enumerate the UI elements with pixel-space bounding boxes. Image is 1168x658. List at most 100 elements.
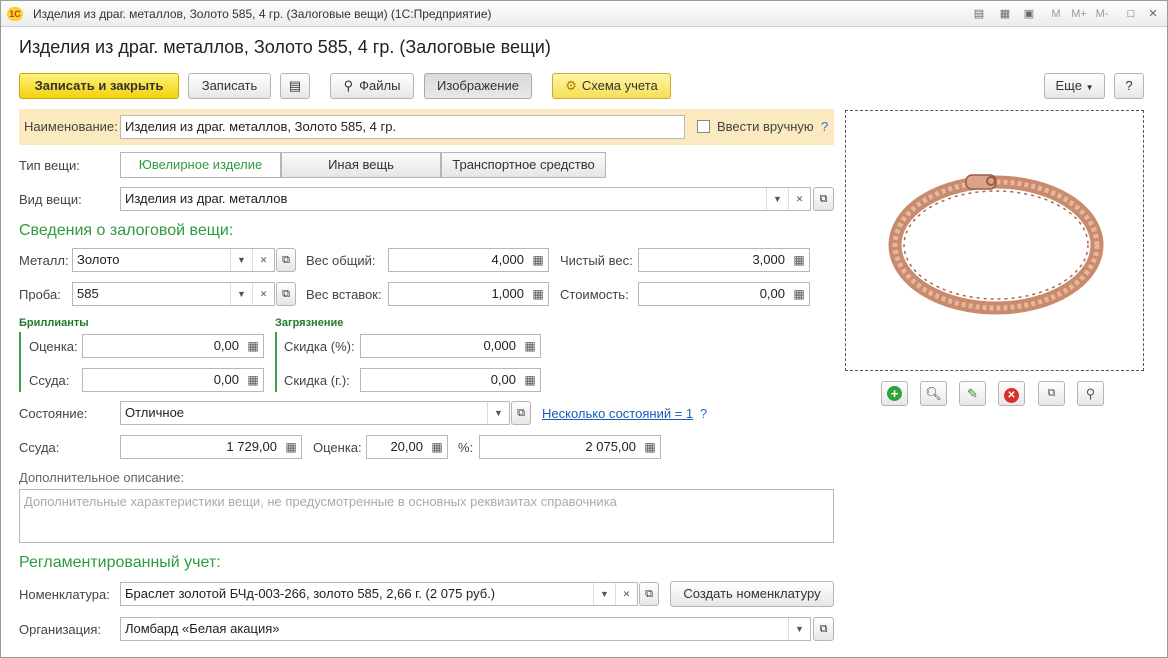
- discount-pct-input[interactable]: 0,000 ▦: [360, 334, 541, 358]
- item-type-jewelry[interactable]: Ювелирное изделие: [120, 152, 281, 178]
- save-button[interactable]: Записать: [188, 73, 271, 99]
- multiple-conditions-link[interactable]: Несколько состояний = 1: [542, 406, 693, 421]
- net-weight-input[interactable]: 3,000 ▦: [638, 248, 810, 272]
- item-kind-value: Изделия из драг. металлов: [125, 191, 288, 206]
- add-image-button[interactable]: +: [881, 381, 908, 406]
- item-kind-input[interactable]: Изделия из драг. металлов ▼ ✕: [120, 187, 811, 211]
- open-condition-button[interactable]: ⧉: [511, 401, 531, 425]
- open-image-button[interactable]: ⧉: [1038, 381, 1065, 406]
- diamonds-estimate-input[interactable]: 0,00 ▦: [82, 334, 264, 358]
- diamonds-estimate-label: Оценка:: [29, 339, 78, 354]
- clear-icon[interactable]: ✕: [788, 188, 810, 210]
- discount-g-value: 0,00: [490, 372, 516, 387]
- dropdown-icon[interactable]: ▼: [230, 249, 252, 271]
- description-textarea[interactable]: Дополнительные характеристики вещи, не п…: [19, 489, 834, 543]
- bracelet-image: [888, 174, 1104, 315]
- dropdown-icon[interactable]: ▼: [788, 618, 810, 640]
- item-type-label: Тип вещи:: [19, 158, 80, 173]
- clear-icon[interactable]: ✕: [615, 583, 637, 605]
- calculator-icon[interactable]: ▦: [530, 252, 546, 268]
- image-button[interactable]: Изображение: [424, 73, 532, 99]
- organization-input[interactable]: Ломбард «Белая акация» ▼: [120, 617, 811, 641]
- app-logo-icon: 1С: [7, 7, 23, 21]
- manual-input-checkbox[interactable]: [697, 120, 710, 133]
- calculator-icon[interactable]: ▦: [642, 439, 658, 455]
- close-icon[interactable]: ✕: [1145, 6, 1161, 22]
- create-nomenclature-button[interactable]: Создать номенклатуру: [670, 581, 834, 607]
- clear-icon[interactable]: ✕: [252, 249, 274, 271]
- view-image-button[interactable]: 🔍︎: [920, 381, 947, 406]
- condition-help-icon[interactable]: ?: [700, 406, 707, 421]
- dropdown-icon[interactable]: ▼: [766, 188, 788, 210]
- help-button[interactable]: ?: [1114, 73, 1144, 99]
- print-icon[interactable]: ▤: [971, 6, 987, 22]
- calculator-icon[interactable]: ▦: [791, 286, 807, 302]
- memory-m-icon[interactable]: M: [1048, 6, 1064, 22]
- open-nomenclature-button[interactable]: ⧉: [639, 582, 659, 606]
- metal-input[interactable]: Золото ▼ ✕: [72, 248, 275, 272]
- document-list-icon: ▤: [288, 78, 302, 93]
- name-label: Наименование:: [24, 119, 118, 134]
- percent-input[interactable]: 2 075,00 ▦: [479, 435, 661, 459]
- maximize-icon[interactable]: □: [1123, 6, 1139, 22]
- attach-image-button[interactable]: ⚲: [1077, 381, 1104, 406]
- item-kind-label: Вид вещи:: [19, 192, 82, 207]
- calculator-icon[interactable]: ▦: [283, 439, 299, 455]
- open-metal-button[interactable]: ⧉: [276, 248, 296, 272]
- condition-input[interactable]: Отличное ▼: [120, 401, 510, 425]
- cost-input[interactable]: 0,00 ▦: [638, 282, 810, 306]
- calculator-icon[interactable]: ▦: [429, 439, 445, 455]
- report-button[interactable]: ▤: [280, 73, 310, 99]
- calendar-icon[interactable]: ▣: [1021, 6, 1037, 22]
- calculator-icon[interactable]: ▦: [522, 372, 538, 388]
- delete-image-button[interactable]: ✕: [998, 381, 1025, 406]
- memory-minus-icon[interactable]: M-: [1093, 6, 1111, 22]
- estimate-input[interactable]: 20,00 ▦: [366, 435, 448, 459]
- name-help-icon[interactable]: ?: [821, 119, 828, 134]
- weight-total-input[interactable]: 4,000 ▦: [388, 248, 549, 272]
- open-icon: ⧉: [282, 288, 290, 300]
- open-item-kind-button[interactable]: ⧉: [813, 187, 834, 211]
- nomenclature-input[interactable]: Браслет золотой БЧд-003-266, золото 585,…: [120, 582, 638, 606]
- diamonds-group-line: [19, 332, 21, 392]
- calculator-icon[interactable]: ▦: [245, 372, 261, 388]
- weight-inserts-input[interactable]: 1,000 ▦: [388, 282, 549, 306]
- dropdown-icon[interactable]: ▼: [230, 283, 252, 305]
- memory-plus-icon[interactable]: M+: [1069, 6, 1089, 22]
- item-type-other[interactable]: Иная вещь: [281, 152, 441, 178]
- calculator-icon[interactable]: ▦: [530, 286, 546, 302]
- metal-label: Металл:: [19, 253, 69, 268]
- estimate-label: Оценка:: [313, 440, 362, 455]
- files-button[interactable]: ⚲ Файлы: [330, 73, 414, 99]
- weight-inserts-label: Вес вставок:: [306, 287, 382, 302]
- probe-input[interactable]: 585 ▼ ✕: [72, 282, 275, 306]
- save-and-close-button[interactable]: Записать и закрыть: [19, 73, 179, 99]
- name-input[interactable]: Изделия из драг. металлов, Золото 585, 4…: [120, 115, 685, 139]
- open-probe-button[interactable]: ⧉: [276, 282, 296, 306]
- weight-inserts-value: 1,000: [491, 286, 524, 301]
- calculator-icon[interactable]: ▦: [522, 338, 538, 354]
- scheme-icon: ⚙: [565, 78, 577, 93]
- diamonds-estimate-value: 0,00: [213, 338, 239, 353]
- calculator-icon[interactable]: ▦: [791, 252, 807, 268]
- accounting-scheme-button[interactable]: ⚙ Схема учета: [552, 73, 671, 99]
- loan-input[interactable]: 1 729,00 ▦: [120, 435, 302, 459]
- edit-image-button[interactable]: ✎: [959, 381, 986, 406]
- item-type-vehicle[interactable]: Транспортное средство: [441, 152, 606, 178]
- open-organization-button[interactable]: ⧉: [813, 617, 834, 641]
- dirt-group-line: [275, 332, 277, 392]
- dropdown-icon[interactable]: ▼: [487, 402, 509, 424]
- clear-icon[interactable]: ✕: [252, 283, 274, 305]
- add-icon: +: [882, 382, 907, 405]
- calculator-icon[interactable]: ▦: [997, 6, 1013, 22]
- scheme-label: Схема учета: [581, 78, 658, 93]
- item-image[interactable]: [845, 110, 1144, 371]
- discount-g-input[interactable]: 0,00 ▦: [360, 368, 541, 392]
- diamonds-loan-input[interactable]: 0,00 ▦: [82, 368, 264, 392]
- dropdown-icon[interactable]: ▼: [593, 583, 615, 605]
- open-icon: ⧉: [517, 407, 525, 419]
- loan-value: 1 729,00: [226, 439, 277, 454]
- more-button[interactable]: Еще ▼: [1044, 73, 1105, 99]
- condition-value: Отличное: [125, 405, 185, 420]
- calculator-icon[interactable]: ▦: [245, 338, 261, 354]
